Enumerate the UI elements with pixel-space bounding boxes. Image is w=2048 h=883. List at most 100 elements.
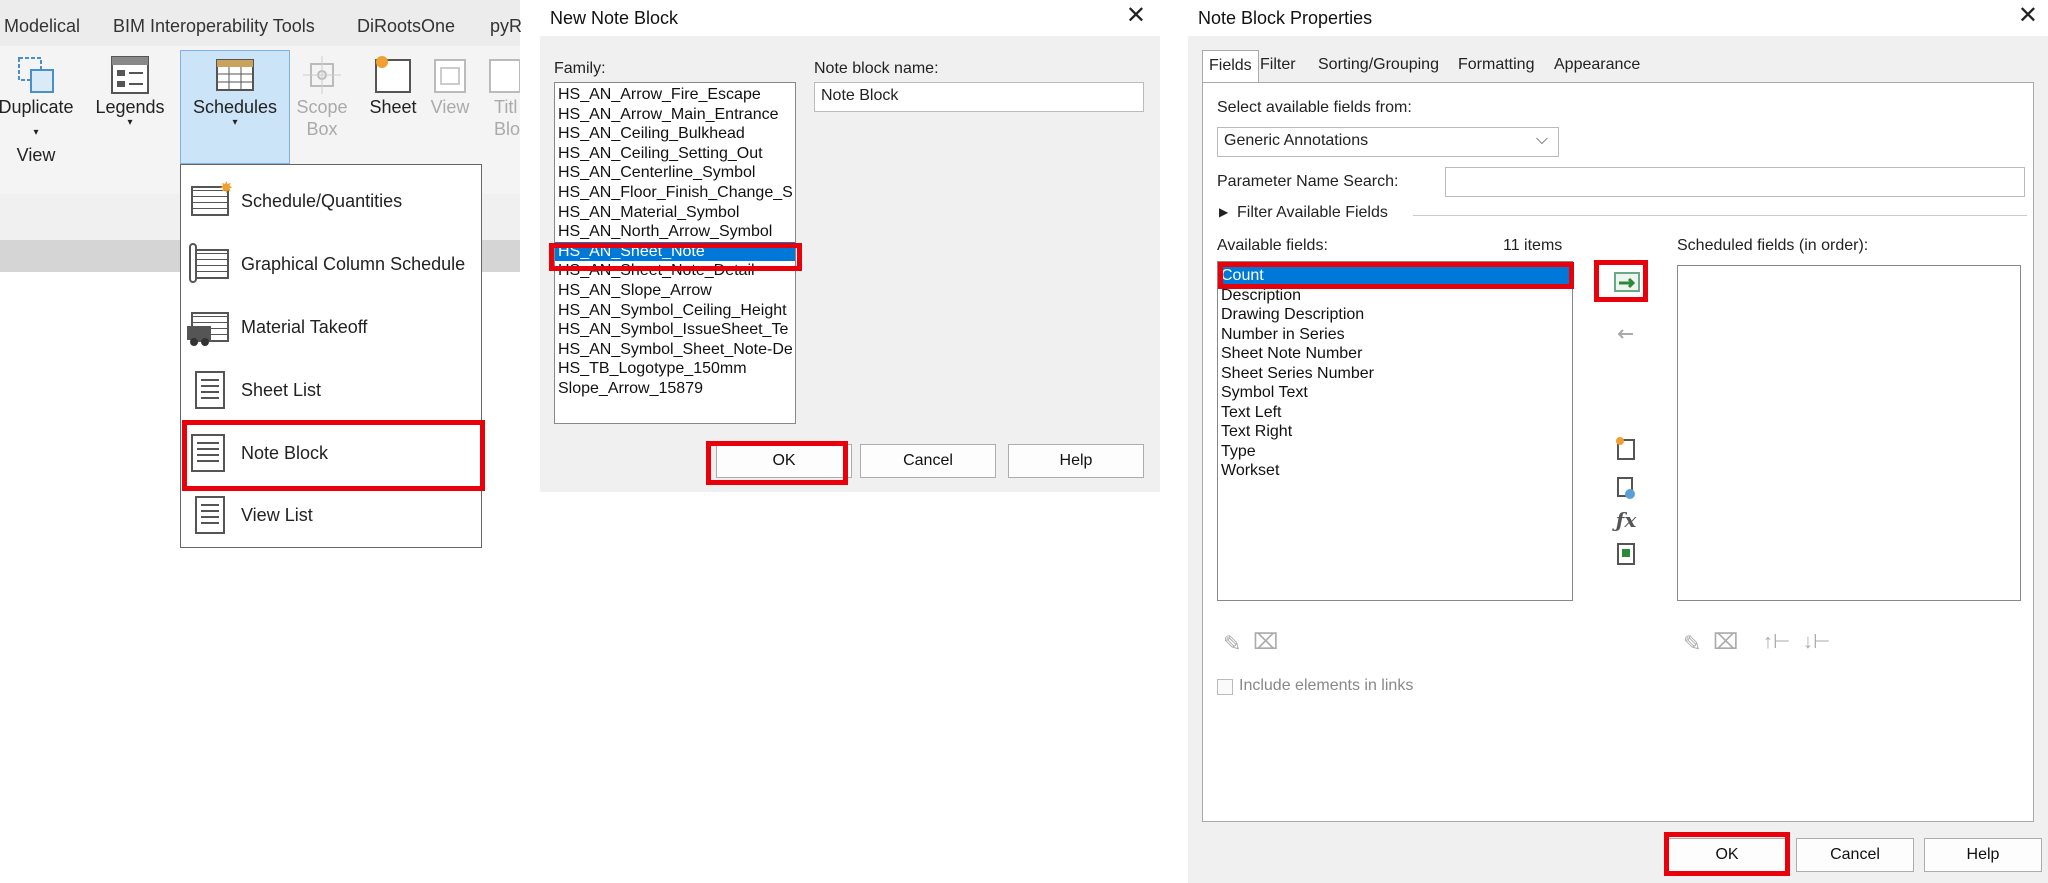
family-list-item[interactable]: HS_AN_Sheet_Note (555, 241, 795, 261)
include-links-checkbox[interactable] (1217, 679, 1233, 695)
ribbon-tab-modelical[interactable]: Modelical (4, 16, 80, 37)
available-fields-listbox[interactable]: Count Description Drawing Description Numbe… (1217, 261, 1573, 601)
available-field-item[interactable]: Sheet Note Number (1221, 344, 1362, 363)
family-listbox[interactable]: HS_AN_Arrow_Fire_Escape HS_AN_Arrow_Main_… (554, 82, 796, 424)
new-note-block-titlebar: New Note Block ✕ (540, 0, 1160, 36)
tab-filter[interactable]: Filter (1260, 56, 1296, 74)
available-field-item[interactable]: Symbol Text (1221, 383, 1308, 402)
parameter-search-input[interactable] (1445, 167, 2025, 197)
new-parameter-icon[interactable] (1613, 435, 1639, 461)
select-fields-label: Select available fields from: (1217, 99, 1412, 116)
tab-formatting[interactable]: Formatting (1458, 56, 1534, 74)
tab-fields[interactable]: Fields (1202, 50, 1259, 84)
menu-item-graphical-column-schedule[interactable]: Graphical Column Schedule (187, 236, 475, 292)
edit-icon[interactable]: ✎ (1223, 631, 1241, 657)
edit-parameter-icon[interactable] (1613, 541, 1639, 567)
family-list-item[interactable]: HS_AN_Material_Symbol (558, 203, 739, 222)
family-list-item[interactable]: HS_AN_Floor_Finish_Change_S (558, 183, 793, 202)
sheet-label: Sheet (369, 97, 417, 117)
help-button[interactable]: Help (1008, 444, 1144, 478)
note-block-name-input[interactable]: Note Block (814, 82, 1144, 112)
available-field-item[interactable]: Drawing Description (1221, 305, 1364, 324)
available-field-item[interactable]: Count (1218, 266, 1572, 285)
family-list-item[interactable]: HS_AN_Ceiling_Bulkhead (558, 124, 745, 143)
family-list-item[interactable]: HS_AN_North_Arrow_Symbol (558, 222, 772, 241)
family-list-item[interactable]: HS_AN_Arrow_Fire_Escape (558, 85, 761, 104)
duplicate-view-label-1: Duplicate (0, 97, 74, 117)
scope-box-icon (301, 54, 343, 96)
cancel-button[interactable]: Cancel (860, 444, 996, 478)
scheduled-fields-listbox[interactable] (1677, 265, 2021, 601)
delete-icon[interactable]: ⌧ (1253, 629, 1278, 655)
available-field-item[interactable]: Workset (1221, 461, 1279, 480)
schedule-quantities-icon: ✸ (187, 178, 235, 224)
menu-item-sheet-list[interactable]: Sheet List (187, 362, 475, 418)
ok-button[interactable]: OK (1668, 838, 1786, 872)
family-list-item[interactable]: HS_AN_Symbol_Ceiling_Height (558, 301, 787, 320)
edit-scheduled-icon[interactable]: ✎ (1683, 631, 1701, 657)
view-button[interactable]: View (422, 54, 478, 118)
add-parameter-icon[interactable] (1611, 267, 1643, 299)
new-note-block-dialog: New Note Block ✕ Family: HS_AN_Arrow_Fir… (540, 0, 1160, 492)
family-list-item[interactable]: HS_AN_Symbol_Sheet_Note-De (558, 340, 793, 359)
legends-icon (109, 54, 151, 96)
fields-source-select[interactable]: Generic Annotations ⌵ (1217, 127, 1559, 157)
note-block-properties-titlebar: Note Block Properties ✕ (1188, 0, 2048, 36)
duplicate-view-label-2: View (16, 145, 56, 165)
view-list-icon (187, 492, 235, 538)
cancel-button[interactable]: Cancel (1796, 838, 1914, 872)
family-list-item[interactable]: HS_AN_Sheet_Note_Detail (558, 261, 755, 280)
duplicate-view-button[interactable]: Duplicate ▾ View (0, 54, 76, 166)
family-list-item[interactable]: HS_AN_Symbol_IssueSheet_Te (558, 320, 788, 339)
family-list-item[interactable]: HS_AN_Ceiling_Setting_Out (558, 144, 763, 163)
available-fields-label: Available fields: (1217, 237, 1328, 254)
combine-parameters-icon[interactable] (1613, 475, 1639, 501)
family-list-item[interactable]: HS_AN_Centerline_Symbol (558, 163, 755, 182)
remove-parameter-icon[interactable] (1613, 321, 1639, 347)
available-field-item[interactable]: Number in Series (1221, 325, 1345, 344)
family-list-item[interactable]: HS_AN_Slope_Arrow (558, 281, 712, 300)
menu-item-material-takeoff[interactable]: Material Takeoff (187, 299, 475, 355)
calculated-value-icon[interactable]: ƒx (1613, 507, 1639, 533)
ribbon-tab-bar: Modelical BIM Interoperability Tools DiR… (0, 0, 522, 46)
close-icon[interactable]: ✕ (2018, 4, 2038, 28)
note-block-name-label: Note block name: (814, 60, 939, 77)
ok-button[interactable]: OK (716, 444, 852, 478)
menu-item-view-list[interactable]: View List (187, 487, 475, 543)
available-field-item[interactable]: Text Left (1221, 403, 1281, 422)
tab-appearance[interactable]: Appearance (1554, 56, 1640, 74)
ribbon-tab-diroots[interactable]: DiRootsOne (357, 16, 455, 37)
ribbon-tab-bim-interoperability[interactable]: BIM Interoperability Tools (113, 16, 315, 37)
help-button[interactable]: Help (1924, 838, 2042, 872)
sheet-button[interactable]: Sheet (362, 54, 424, 118)
menu-item-label: Material Takeoff (241, 316, 368, 337)
menu-item-note-block[interactable]: Note Block (187, 425, 475, 481)
note-block-icon (187, 430, 235, 476)
family-list-item[interactable]: HS_AN_Arrow_Main_Entrance (558, 105, 779, 124)
filter-available-fields-toggle[interactable]: ▶ Filter Available Fields (1217, 204, 2027, 227)
available-field-item[interactable]: Text Right (1221, 422, 1292, 441)
ribbon-tab-pyrevit[interactable]: pyR (490, 16, 522, 37)
menu-item-schedule-quantities[interactable]: ✸ Schedule/Quantities (187, 173, 475, 229)
move-down-icon[interactable]: ↓⊢ (1803, 629, 1830, 654)
tab-sorting-grouping[interactable]: Sorting/Grouping (1318, 56, 1439, 74)
scope-box-button[interactable]: Scope Box (292, 54, 352, 140)
delete-scheduled-icon[interactable]: ⌧ (1713, 629, 1738, 655)
close-icon[interactable]: ✕ (1126, 4, 1146, 28)
available-field-item[interactable]: Type (1221, 442, 1256, 461)
schedules-dropdown-menu: ✸ Schedule/Quantities Graphical Column S… (180, 164, 482, 548)
available-field-item[interactable]: Description (1221, 286, 1301, 305)
title-block-button[interactable]: Titl Blo (480, 54, 520, 140)
sheet-list-icon (187, 367, 235, 413)
move-up-icon[interactable]: ↑⊢ (1763, 629, 1790, 654)
duplicate-view-icon (15, 54, 57, 96)
legends-button[interactable]: Legends ▾ (90, 54, 170, 128)
family-list-item[interactable]: HS_TB_Logotype_150mm (558, 359, 747, 378)
schedules-button[interactable]: Schedules ▾ (180, 54, 290, 128)
scope-box-label-1: Scope (296, 97, 348, 117)
view-label: View (430, 97, 470, 117)
chevron-down-icon: ⌵ (1535, 131, 1548, 148)
family-list-item[interactable]: Slope_Arrow_15879 (558, 379, 703, 398)
filter-available-fields-label: Filter Available Fields (1237, 204, 1388, 221)
available-field-item[interactable]: Sheet Series Number (1221, 364, 1374, 383)
